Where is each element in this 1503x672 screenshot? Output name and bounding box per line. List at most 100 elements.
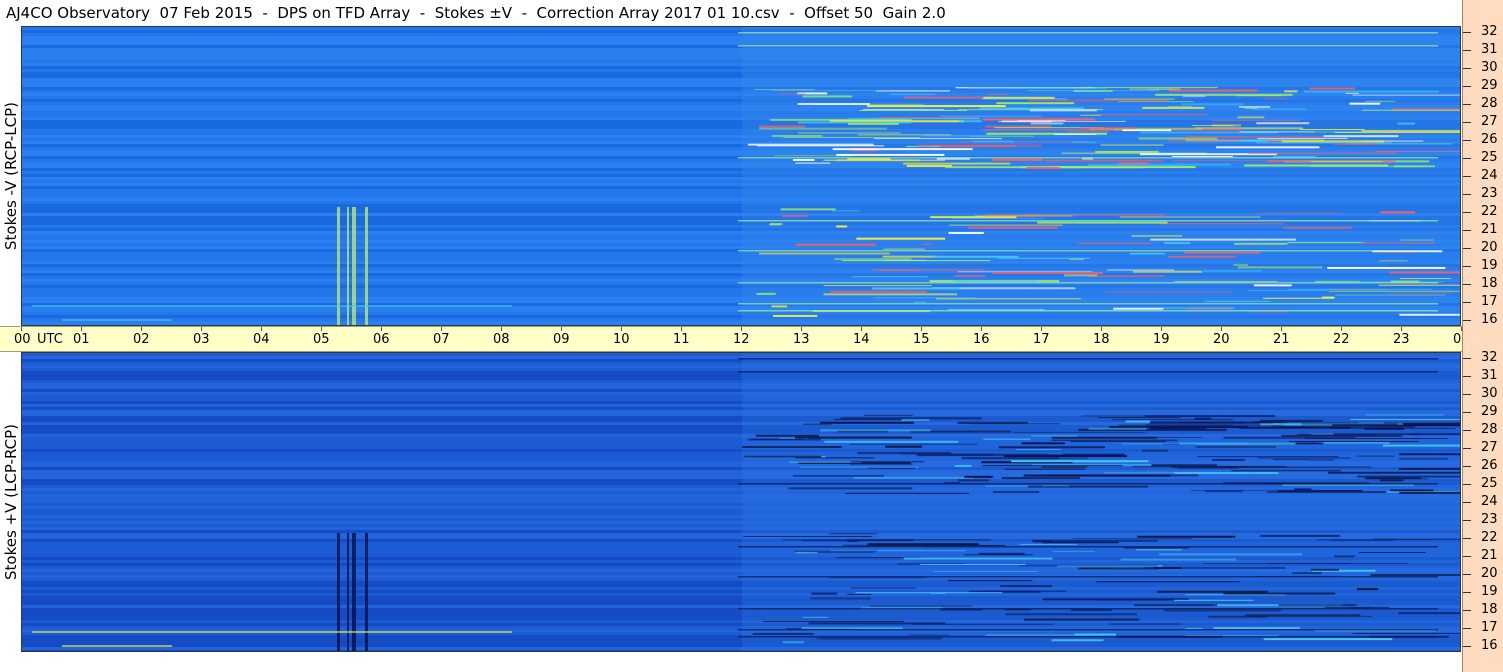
interference-streak (1042, 598, 1189, 601)
horizontal-signal-line (738, 310, 1438, 312)
mhz-tick-mark (1463, 394, 1471, 395)
utc-time-axis: 00 01 02 03 04 05 06 07 08 09 10 11 12 13 14 15 16 17 18 19… (0, 326, 1498, 352)
interference-streak (1278, 604, 1357, 607)
interference-streak (1378, 252, 1415, 254)
interference-streak (1400, 239, 1434, 241)
interference-streak (982, 118, 1096, 121)
utc-tick-mark (680, 327, 682, 331)
utc-tick-label: 09 (553, 332, 570, 347)
interference-streak (820, 429, 931, 432)
mhz-tick-mark (1463, 248, 1471, 249)
interference-streak (998, 446, 1106, 449)
interference-streak (1005, 613, 1138, 616)
interference-streak (1323, 135, 1399, 138)
interference-streak (1167, 106, 1193, 108)
utc-tick-mark (140, 327, 142, 331)
mhz-tick-label: 26 (1481, 458, 1498, 473)
interference-streak (1137, 535, 1236, 538)
interference-streak (795, 162, 831, 164)
interference-streak (1303, 90, 1439, 93)
mhz-tick-label: 22 (1481, 530, 1498, 545)
horizontal-signal-line (738, 636, 1438, 638)
mhz-tick-label: 23 (1481, 186, 1498, 201)
interference-streak (1185, 136, 1324, 139)
interference-streak (992, 271, 1103, 274)
utc-tick-label: 19 (1153, 332, 1170, 347)
interference-streak (792, 475, 884, 477)
interference-streak (834, 258, 912, 261)
utc-tick-label: 14 (853, 332, 870, 347)
burst-emission (347, 533, 349, 651)
top-spectrogram (21, 26, 1461, 326)
interference-streak (1334, 555, 1355, 558)
interference-streak (850, 461, 925, 463)
interference-streak (794, 436, 912, 439)
interference-streak (1118, 424, 1233, 426)
interference-streak (1399, 491, 1460, 494)
interference-streak (831, 210, 861, 212)
interference-streak (859, 110, 968, 112)
interference-streak (1135, 549, 1182, 551)
interference-streak (840, 417, 982, 420)
mhz-tick-label: 27 (1481, 440, 1498, 455)
interference-streak (1174, 599, 1254, 601)
interference-streak (1273, 458, 1310, 460)
mhz-tick-label: 23 (1481, 512, 1498, 527)
interference-streak (1365, 414, 1444, 416)
interference-streak (1370, 425, 1460, 427)
interference-streak (1178, 421, 1246, 424)
interference-streak (1357, 455, 1395, 457)
interference-streak (867, 467, 916, 469)
interference-streak (1027, 90, 1160, 92)
interference-streak (983, 438, 1031, 440)
mhz-tick-label: 22 (1481, 204, 1498, 219)
mhz-tick-mark (1463, 448, 1471, 449)
interference-streak (1064, 274, 1098, 277)
mhz-tick-mark (1463, 610, 1471, 611)
interference-streak (993, 490, 1040, 493)
mhz-tick-mark (1463, 430, 1471, 431)
interference-streak (771, 134, 823, 137)
interference-streak (1123, 547, 1189, 549)
interference-streak (1252, 108, 1307, 110)
mhz-tick-label: 28 (1481, 96, 1498, 111)
interference-streak (1144, 415, 1276, 418)
interference-streak (820, 421, 915, 424)
interference-streak (1233, 264, 1248, 267)
horizontal-signal-line (738, 45, 1438, 47)
interference-streak (1349, 102, 1381, 105)
interference-streak (1310, 161, 1383, 163)
interference-streak (1164, 242, 1191, 245)
interference-streak (957, 479, 989, 482)
interference-streak (816, 637, 943, 640)
interference-streak (1352, 632, 1460, 634)
interference-streak (1364, 427, 1405, 430)
utc-tick-label: 12 (733, 332, 750, 347)
burst-emission (337, 533, 340, 651)
interference-streak (975, 162, 991, 164)
interference-streak (794, 550, 878, 552)
interference-streak (1000, 585, 1052, 588)
burst-emission (352, 533, 356, 651)
mhz-tick-label: 28 (1481, 422, 1498, 437)
interference-streak (798, 132, 901, 134)
horizontal-signal-line (738, 32, 1438, 34)
interference-streak (1030, 122, 1064, 125)
mhz-tick-label: 17 (1481, 294, 1498, 309)
interference-streak (1268, 562, 1408, 564)
interference-streak (836, 153, 945, 156)
interference-streak (788, 461, 862, 463)
interference-streak (1011, 460, 1149, 463)
interference-streak (871, 269, 986, 271)
utc-tick-label: 10 (613, 332, 630, 347)
interference-streak (1154, 426, 1174, 429)
interference-streak (1185, 628, 1204, 630)
interference-streak (1150, 238, 1296, 241)
interference-streak (850, 587, 916, 589)
interference-streak (1174, 472, 1279, 475)
interference-streak (1028, 485, 1148, 488)
utc-tick-label: 05 (313, 332, 330, 347)
mhz-tick-mark (1463, 628, 1471, 629)
interference-streak (1378, 284, 1460, 286)
utc-tick-label: 13 (793, 332, 810, 347)
